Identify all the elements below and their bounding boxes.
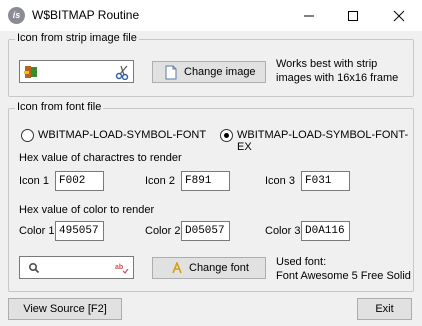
hex-colors-heading: Hex value of color to render: [19, 204, 155, 216]
document-icon: [165, 65, 177, 80]
view-source-button[interactable]: View Source [F2]: [8, 298, 122, 320]
icon3-label: Icon 3: [265, 175, 295, 187]
change-image-label: Change image: [184, 66, 256, 78]
spell-check-icon: ab: [115, 264, 129, 274]
exit-label: Exit: [375, 303, 394, 315]
used-font-label: Used font:: [276, 256, 327, 268]
minimize-icon: [304, 15, 314, 17]
color1-label: Color 1: [19, 225, 55, 237]
icon1-input[interactable]: F002: [55, 171, 104, 191]
font-icon-preview: ab: [19, 256, 134, 279]
strip-image-preview: [19, 60, 134, 83]
strip-hint-line2: images with 16x16 frame: [276, 72, 399, 84]
font-file-group-title: Icon from font file: [15, 101, 104, 113]
icon2-label: Icon 2: [145, 175, 175, 187]
strip-image-group-title: Icon from strip image file: [15, 32, 139, 44]
minimize-button[interactable]: [286, 0, 332, 31]
search-icon: [28, 262, 40, 274]
strip-image-group: Icon from strip image file Change image …: [8, 32, 414, 97]
radio-selected-dot: [224, 133, 229, 138]
color1-input[interactable]: 495057: [55, 221, 104, 241]
change-font-label: Change font: [189, 262, 249, 274]
scissors-icon: [115, 65, 129, 80]
radio-load-symbol-font-ex[interactable]: [220, 129, 233, 142]
icon2-input[interactable]: F891: [181, 171, 230, 191]
color3-input[interactable]: D0A116: [301, 221, 350, 241]
radio-load-symbol-font-label[interactable]: WBITMAP-LOAD-SYMBOL-FONT: [38, 129, 206, 141]
color2-input[interactable]: D05057: [181, 221, 230, 241]
used-font-value: Font Awesome 5 Free Solid: [276, 270, 411, 282]
title-bar: is W$BITMAP Routine: [0, 0, 422, 31]
close-button[interactable]: [376, 0, 422, 31]
font-icon: [172, 262, 182, 274]
radio-load-symbol-font-ex-label[interactable]: WBITMAP-LOAD-SYMBOL-FONT-EX: [237, 129, 413, 153]
hex-icons-heading: Hex value of charactres to render: [19, 152, 182, 164]
window-title: W$BITMAP Routine: [32, 8, 140, 22]
door-exit-icon: [24, 66, 37, 78]
view-source-label: View Source [F2]: [23, 303, 107, 315]
radio-load-symbol-font[interactable]: [21, 129, 34, 142]
change-image-button[interactable]: Change image: [152, 61, 266, 83]
close-icon: [393, 10, 405, 22]
color2-label: Color 2: [145, 225, 181, 237]
exit-button[interactable]: Exit: [357, 298, 412, 320]
font-file-group: Icon from font file WBITMAP-LOAD-SYMBOL-…: [8, 101, 414, 292]
color3-label: Color 3: [265, 225, 301, 237]
icon3-input[interactable]: F031: [301, 171, 350, 191]
maximize-icon: [348, 11, 358, 21]
icon1-label: Icon 1: [19, 175, 49, 187]
app-icon: is: [8, 7, 25, 24]
change-font-button[interactable]: Change font: [152, 257, 266, 279]
strip-hint-line1: Works best with strip: [276, 58, 378, 70]
svg-text:ab: ab: [115, 264, 123, 271]
maximize-button[interactable]: [330, 0, 376, 31]
